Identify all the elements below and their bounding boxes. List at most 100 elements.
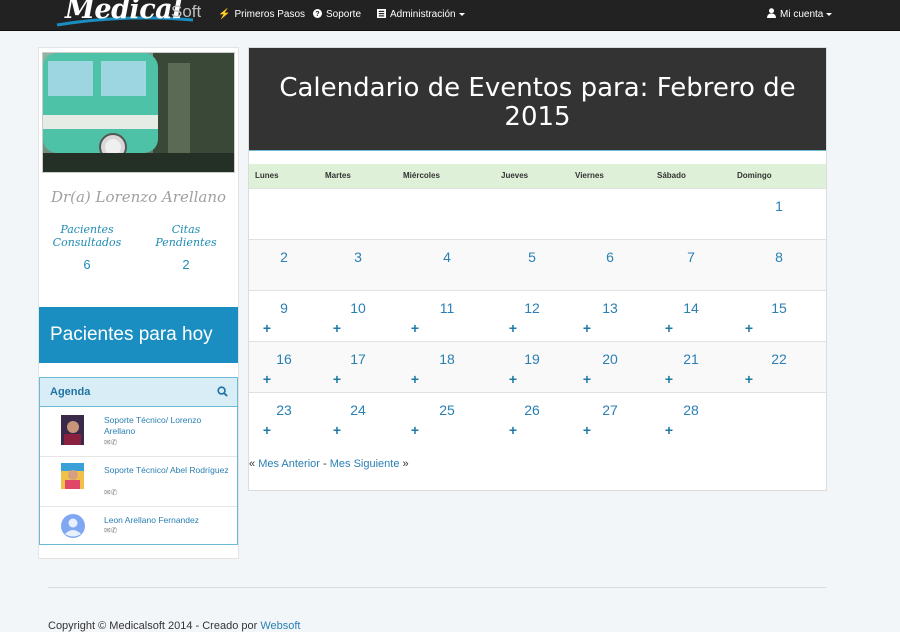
calendar-day[interactable]: 21 xyxy=(671,351,711,367)
add-event-icon[interactable]: + xyxy=(261,321,273,335)
nav-label: Administración xyxy=(390,9,456,20)
weekday-label: Domingo xyxy=(737,171,772,180)
phone-icon[interactable]: ✆ xyxy=(111,488,118,497)
nav-administracion[interactable]: Administración xyxy=(377,0,465,30)
weekday-header: Lunes Martes Miércoles Jueves Viernes Sá… xyxy=(249,164,826,188)
nav-label: Soporte xyxy=(326,9,362,20)
calendar-day[interactable]: 12 xyxy=(512,300,552,316)
calendar-day[interactable]: 5 xyxy=(512,249,552,265)
calendar-day[interactable]: 4 xyxy=(427,249,467,265)
calendar-day[interactable]: 20 xyxy=(590,351,630,367)
weekday-label: Lunes xyxy=(255,171,279,180)
calendar-day[interactable]: 15 xyxy=(759,300,799,316)
calendar-day[interactable]: 23 xyxy=(264,402,304,418)
calendar-day[interactable]: 17 xyxy=(338,351,378,367)
phone-icon[interactable]: ✆ xyxy=(111,526,118,535)
weekday-label: Martes xyxy=(325,171,351,180)
calendar-day[interactable]: 14 xyxy=(671,300,711,316)
add-event-icon[interactable]: + xyxy=(331,372,343,386)
stat-label: Pacientes xyxy=(60,223,114,236)
add-event-icon[interactable]: + xyxy=(331,321,343,335)
add-event-icon[interactable]: + xyxy=(581,372,593,386)
prev-month-link[interactable]: Mes Anterior xyxy=(258,458,320,470)
weekday-label: Miércoles xyxy=(403,171,440,180)
add-event-icon[interactable]: + xyxy=(507,372,519,386)
calendar-day[interactable]: 13 xyxy=(590,300,630,316)
calendar-day[interactable]: 6 xyxy=(590,249,630,265)
stat-pacientes-consultados[interactable]: Pacientes Consultados 6 xyxy=(42,223,132,271)
nav-mi-cuenta[interactable]: Mi cuenta xyxy=(767,0,833,30)
calendar-day[interactable]: 11 xyxy=(427,300,467,316)
calendar-panel: Calendario de Eventos para: Febrero de 2… xyxy=(248,47,827,491)
agenda-item-text[interactable]: Soporte Técnico/ Lorenzo Arellano xyxy=(104,415,229,437)
brand-logo[interactable]: Medical Soft xyxy=(55,0,205,30)
list-icon xyxy=(377,0,386,30)
footer-link[interactable]: Websoft xyxy=(260,620,300,632)
stat-citas-pendientes[interactable]: Citas Pendientes 2 xyxy=(141,223,231,271)
calendar-day[interactable]: 3 xyxy=(338,249,378,265)
add-event-icon[interactable]: + xyxy=(663,321,675,335)
add-event-icon[interactable]: + xyxy=(409,321,421,335)
calendar-day[interactable]: 2 xyxy=(264,249,304,265)
doctor-name: Dr(a) Lorenzo Arellano xyxy=(50,188,227,206)
calendar-day[interactable]: 18 xyxy=(427,351,467,367)
next-month-link[interactable]: Mes Siguiente xyxy=(330,458,400,470)
bolt-icon: ⚡ xyxy=(218,9,231,20)
calendar-day[interactable]: 8 xyxy=(759,249,799,265)
phone-icon[interactable]: ✆ xyxy=(111,438,118,447)
calendar-day[interactable]: 27 xyxy=(590,402,630,418)
nav-primeros-pasos[interactable]: ⚡ Primeros Pasos xyxy=(218,0,305,30)
weekday-label: Sábado xyxy=(657,171,686,180)
add-event-icon[interactable]: + xyxy=(507,321,519,335)
calendar-day[interactable]: 10 xyxy=(338,300,378,316)
add-event-icon[interactable]: + xyxy=(409,423,421,437)
search-icon[interactable] xyxy=(217,378,228,406)
mail-icon[interactable]: ✉ xyxy=(104,526,111,535)
brand-main-text: Medical xyxy=(65,0,182,25)
add-event-icon[interactable]: + xyxy=(663,423,675,437)
add-event-icon[interactable]: + xyxy=(507,423,519,437)
mail-icon[interactable]: ✉ xyxy=(104,438,111,447)
user-icon xyxy=(767,0,776,30)
add-event-icon[interactable]: + xyxy=(331,423,343,437)
calendar-day[interactable]: 7 xyxy=(671,249,711,265)
stat-label: Citas xyxy=(171,223,201,236)
add-event-icon[interactable]: + xyxy=(581,321,593,335)
calendar-day[interactable]: 1 xyxy=(759,198,799,214)
add-event-icon[interactable]: + xyxy=(261,423,273,437)
nav-soporte[interactable]: ? Soporte xyxy=(313,0,361,30)
today-patients-title: Pacientes para hoy xyxy=(39,307,238,363)
add-event-icon[interactable]: + xyxy=(743,372,755,386)
add-event-icon[interactable]: + xyxy=(663,372,675,386)
mail-icon[interactable]: ✉ xyxy=(104,488,111,497)
agenda-item[interactable]: Leon Arellano Fernandez ✉✆ xyxy=(40,507,237,545)
profile-cover-photo xyxy=(42,52,235,173)
nav-label: Mi cuenta xyxy=(780,9,824,20)
calendar-day[interactable]: 9 xyxy=(264,300,304,316)
calendar-title: Calendario de Eventos para: Febrero de 2… xyxy=(279,73,796,132)
calendar-day[interactable]: 16 xyxy=(264,351,304,367)
profile-sidebar: Dr(a) Lorenzo Arellano Pacientes Consult… xyxy=(38,47,239,559)
pager-separator: - xyxy=(323,458,327,470)
chevron-down-icon xyxy=(458,12,465,16)
agenda-item[interactable]: Soporte Técnico/ Lorenzo Arellano ✉✆ xyxy=(40,407,237,457)
agenda-item[interactable]: Soporte Técnico/ Abel Rodríguez ✉✆ xyxy=(40,457,237,507)
add-event-icon[interactable]: + xyxy=(261,372,273,386)
calendar-day[interactable]: 28 xyxy=(671,402,711,418)
calendar-week-row: 16 +17 +18 +19 +20 +21 +22 + xyxy=(249,341,826,392)
calendar-day[interactable]: 25 xyxy=(427,402,467,418)
calendar-day[interactable]: 19 xyxy=(512,351,552,367)
add-event-icon[interactable]: + xyxy=(409,372,421,386)
add-event-icon[interactable]: + xyxy=(581,423,593,437)
add-event-icon[interactable]: + xyxy=(743,321,755,335)
calendar-day[interactable]: 26 xyxy=(512,402,552,418)
calendar-day[interactable]: 22 xyxy=(759,351,799,367)
nav-label: Primeros Pasos xyxy=(234,9,306,20)
weekday-label: Viernes xyxy=(575,171,604,180)
agenda-item-text[interactable]: Soporte Técnico/ Abel Rodríguez xyxy=(104,465,229,476)
avatar xyxy=(61,463,84,489)
agenda-item-text[interactable]: Leon Arellano Fernandez xyxy=(104,515,229,526)
stat-value: 6 xyxy=(83,257,91,272)
footer: Copyright © Medicalsoft 2014 - Creado po… xyxy=(48,620,300,632)
calendar-day[interactable]: 24 xyxy=(338,402,378,418)
